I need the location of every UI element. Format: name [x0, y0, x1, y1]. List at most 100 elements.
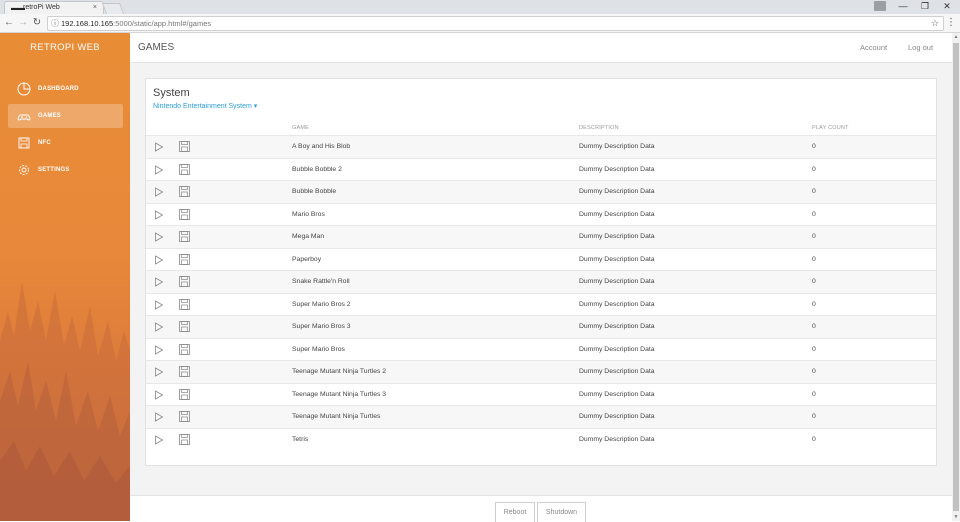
game-description: Dummy Description Data: [579, 165, 655, 173]
play-icon[interactable]: [154, 277, 164, 287]
play-icon[interactable]: [154, 254, 164, 265]
game-name: Bubble Bobble: [292, 188, 337, 195]
shutdown-button[interactable]: Shutdown: [537, 502, 586, 522]
window-close-button[interactable]: ✕: [936, 0, 958, 14]
play-icon[interactable]: [154, 164, 164, 175]
column-header-description: DESCRIPTION: [579, 125, 619, 131]
save-icon[interactable]: [179, 343, 190, 355]
play-count: 0: [812, 368, 816, 375]
game-description: Dummy Description Data: [579, 300, 655, 308]
save-icon[interactable]: [179, 321, 190, 332]
save-icon[interactable]: [179, 388, 190, 400]
sidebar-item-label: NFC: [38, 140, 51, 146]
game-description: Dummy Description Data: [579, 143, 655, 150]
table-row: Teenage Mutant Ninja Turtles Dummy Descri…: [146, 405, 936, 428]
save-icon[interactable]: [179, 163, 190, 175]
browser-menu-icon[interactable]: ⋮: [946, 16, 956, 30]
url-host: 192.168.10.165: [61, 19, 114, 28]
play-count: 0: [812, 210, 816, 218]
logout-link[interactable]: Log out: [908, 33, 933, 63]
play-icon[interactable]: [154, 187, 164, 197]
game-name: Super Mario Bros 3: [292, 323, 351, 330]
table-row: Teenage Mutant Ninja Turtles 2 Dummy Desc…: [146, 360, 936, 383]
play-count: 0: [812, 300, 816, 308]
games-table: A Boy and His Blob Dummy Description Data…: [146, 135, 936, 450]
dashboard-icon: [17, 82, 31, 96]
table-row: Paperboy Dummy Description Data 0: [146, 247, 936, 271]
scroll-up-icon[interactable]: ▲: [952, 34, 960, 40]
table-row: Mario Bros Dummy Description Data 0: [146, 202, 936, 226]
table-row: Tetris Dummy Description Data 0: [146, 427, 936, 451]
save-icon[interactable]: [179, 433, 190, 445]
game-name: Super Mario Bros 2: [292, 300, 351, 308]
table-row: Teenage Mutant Ninja Turtles 3 Dummy Desc…: [146, 382, 936, 406]
page-title: GAMES: [138, 42, 175, 53]
column-header-play-count: PLAY COUNT: [812, 125, 849, 131]
play-icon[interactable]: [154, 142, 164, 152]
game-description: Dummy Description Data: [579, 390, 655, 398]
game-description: Dummy Description Data: [579, 368, 655, 375]
play-icon[interactable]: [154, 299, 164, 310]
save-icon[interactable]: [179, 141, 190, 152]
play-icon[interactable]: [154, 344, 164, 355]
page-scrollbar[interactable]: ▲ ▼: [952, 33, 960, 521]
sidebar-item-nfc[interactable]: NFC: [8, 131, 123, 155]
scrollbar-thumb[interactable]: [953, 43, 959, 511]
play-icon[interactable]: [154, 232, 164, 242]
table-row: Snake Rattle'n Roll Dummy Description Dat…: [146, 270, 936, 293]
game-name: Mega Man: [292, 233, 325, 240]
table-row: Mega Man Dummy Description Data 0: [146, 225, 936, 248]
game-name: Snake Rattle'n Roll: [292, 278, 350, 285]
forward-button[interactable]: →: [16, 15, 30, 31]
play-count: 0: [812, 165, 816, 173]
save-icon[interactable]: [179, 298, 190, 310]
url-path: :5000/static/app.html#/games: [113, 19, 212, 28]
bookmark-star-icon[interactable]: ☆: [931, 17, 939, 30]
game-name: A Boy and His Blob: [292, 143, 351, 150]
sidebar-item-games[interactable]: GAMES: [8, 104, 123, 128]
scroll-down-icon[interactable]: ▼: [952, 514, 960, 520]
save-icon[interactable]: [179, 208, 190, 220]
back-button[interactable]: ←: [2, 15, 16, 31]
game-description: Dummy Description Data: [579, 345, 655, 353]
game-name: Teenage Mutant Ninja Turtles: [292, 413, 381, 420]
system-dropdown[interactable]: Nintendo Entertainment System ▾: [153, 102, 257, 110]
save-icon[interactable]: [179, 231, 190, 242]
sidebar-item-dashboard[interactable]: DASHBOARD: [8, 77, 123, 101]
floppy-icon: [18, 137, 30, 149]
new-tab-button[interactable]: [101, 3, 125, 14]
maximize-button[interactable]: ❐: [914, 0, 936, 14]
table-row: Super Mario Bros 2 Dummy Description Data…: [146, 292, 936, 316]
main-header: GAMES Account Log out: [130, 33, 952, 63]
profile-icon[interactable]: [874, 1, 886, 11]
save-icon[interactable]: [179, 276, 190, 287]
play-icon[interactable]: [154, 367, 164, 377]
table-row: Bubble Bobble Dummy Description Data 0: [146, 180, 936, 203]
play-icon[interactable]: [154, 412, 164, 422]
play-count: 0: [812, 345, 816, 353]
save-icon[interactable]: [179, 186, 190, 197]
tab-close-icon[interactable]: ×: [93, 2, 97, 14]
minimize-button[interactable]: —: [892, 0, 914, 14]
reload-button[interactable]: ↻: [30, 15, 44, 31]
game-description: Dummy Description Data: [579, 255, 655, 263]
save-icon[interactable]: [179, 411, 190, 422]
save-icon[interactable]: [179, 366, 190, 377]
reboot-button[interactable]: Reboot: [495, 502, 535, 522]
play-count: 0: [812, 143, 816, 150]
play-icon[interactable]: [154, 389, 164, 400]
account-link[interactable]: Account: [860, 33, 887, 63]
save-icon[interactable]: [179, 253, 190, 265]
play-icon[interactable]: [154, 434, 164, 445]
address-bar[interactable]: ⓘ 192.168.10.165:5000/static/app.html#/g…: [47, 16, 944, 31]
sidebar-item-label: SETTINGS: [38, 167, 70, 173]
sidebar: RETROPI WEB DASHBOARD GAMES NFC SETTINGS: [0, 33, 130, 521]
browser-tab[interactable]: ▬▬ retroPi Web ×: [4, 1, 104, 14]
game-name: Bubble Bobble 2: [292, 165, 342, 173]
info-icon[interactable]: ⓘ: [51, 17, 59, 30]
table-row: Bubble Bobble 2 Dummy Description Data 0: [146, 157, 936, 181]
play-count: 0: [812, 255, 816, 263]
play-icon[interactable]: [154, 209, 164, 220]
sidebar-item-settings[interactable]: SETTINGS: [8, 158, 123, 182]
play-icon[interactable]: [154, 322, 164, 332]
